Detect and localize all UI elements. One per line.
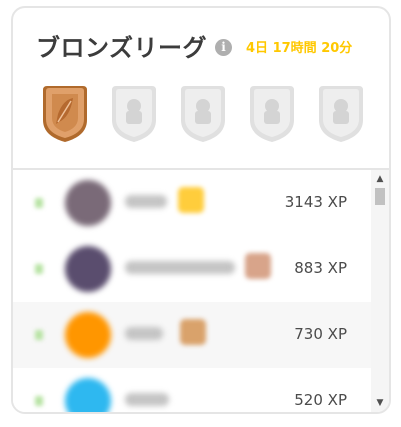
leaderboard-scrollbar[interactable]: ▲ ▼ <box>371 170 389 412</box>
rank-indicator <box>35 198 43 208</box>
username-blurred <box>125 261 235 274</box>
rank-indicator <box>35 330 43 340</box>
leaderboard-row[interactable]: 3143 XP <box>13 170 371 236</box>
username-blurred <box>125 195 167 208</box>
avatar[interactable] <box>65 312 111 358</box>
lock-icon <box>333 99 349 124</box>
flair-icon <box>245 253 271 279</box>
league-header: ブロンズリーグ i 4日 17時間 20分 <box>13 8 389 170</box>
leaderboard-row[interactable]: 520 XP <box>13 368 371 412</box>
bronze-league-badge <box>37 84 93 144</box>
leaderboard-list: 3143 XP 883 XP 730 XP 520 XP <box>13 170 371 412</box>
rank-indicator <box>35 264 43 274</box>
locked-league-badge <box>244 84 300 144</box>
league-timer: 4日 17時間 20分 <box>246 41 353 56</box>
locked-league-badge <box>313 84 369 144</box>
avatar[interactable] <box>65 378 111 412</box>
scrollbar-thumb[interactable] <box>375 188 385 205</box>
leaderboard-row[interactable]: 730 XP <box>13 302 371 368</box>
username-blurred <box>125 393 169 406</box>
lock-icon <box>126 99 142 124</box>
flair-icon <box>178 187 204 213</box>
locked-league-badge <box>175 84 231 144</box>
locked-league-badge <box>106 84 162 144</box>
rank-indicator <box>35 396 43 406</box>
scroll-up-arrow-icon[interactable]: ▲ <box>371 172 389 186</box>
league-title: ブロンズリーグ <box>36 34 208 62</box>
league-card: ブロンズリーグ i 4日 17時間 20分 3143 XP 883 XP 730… <box>11 6 391 414</box>
scroll-down-arrow-icon[interactable]: ▼ <box>371 396 389 410</box>
xp-value: 730 XP <box>294 325 347 343</box>
avatar[interactable] <box>65 180 111 226</box>
xp-value: 883 XP <box>294 259 347 277</box>
info-icon[interactable]: i <box>215 39 232 56</box>
lock-icon <box>264 99 280 124</box>
username-blurred <box>125 327 163 340</box>
xp-value: 520 XP <box>294 391 347 409</box>
avatar[interactable] <box>65 246 111 292</box>
xp-value: 3143 XP <box>284 193 347 211</box>
lock-icon <box>195 99 211 124</box>
flair-icon <box>180 319 206 345</box>
leaderboard-row[interactable]: 883 XP <box>13 236 371 302</box>
